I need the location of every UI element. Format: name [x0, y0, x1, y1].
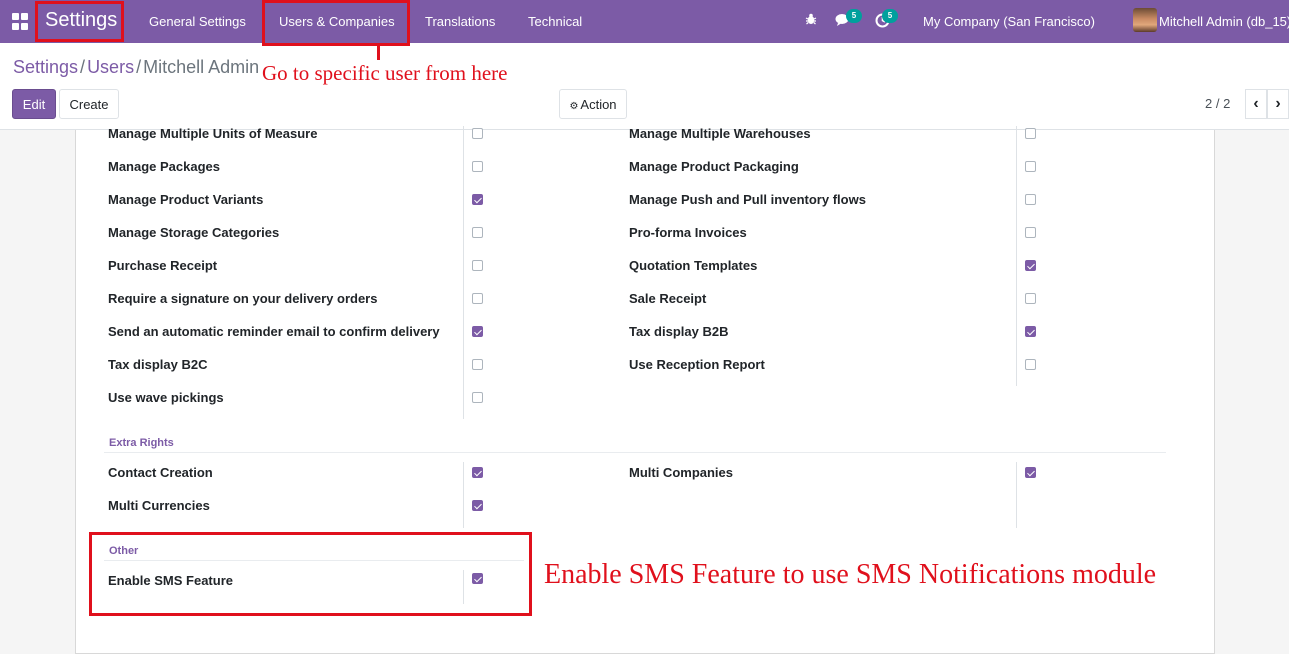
right-label: Manage Multiple Warehouses [629, 126, 811, 141]
right-checkbox[interactable] [472, 392, 483, 403]
right-label: Send an automatic reminder email to conf… [108, 324, 440, 339]
right-label: Quotation Templates [629, 258, 758, 273]
right-label: Manage Push and Pull inventory flows [629, 192, 866, 207]
breadcrumb-separator: / [136, 57, 142, 77]
pager-previous-button[interactable]: ‹ [1245, 89, 1267, 119]
menu-translations[interactable]: Translations [425, 14, 495, 29]
column-divider [463, 126, 464, 419]
annotation-box-users-companies [262, 0, 410, 46]
edit-button[interactable]: Edit [12, 89, 56, 119]
section-separator [104, 452, 1166, 453]
right-label: Contact Creation [108, 465, 213, 480]
right-checkbox[interactable] [1025, 293, 1036, 304]
section-title-extra-rights: Extra Rights [109, 437, 174, 449]
company-switcher[interactable]: My Company (San Francisco) [923, 14, 1095, 29]
right-checkbox[interactable] [472, 326, 483, 337]
breadcrumb-users[interactable]: Users [87, 57, 134, 77]
right-label: Sale Receipt [629, 291, 707, 306]
right-label: Manage Multiple Units of Measure [108, 126, 318, 141]
right-checkbox[interactable] [1025, 326, 1036, 337]
right-checkbox[interactable] [1025, 260, 1036, 271]
right-checkbox[interactable] [1025, 194, 1036, 205]
menu-general-settings[interactable]: General Settings [149, 14, 246, 29]
annotation-users-note: Go to specific user from here [262, 61, 508, 85]
right-label: Manage Product Variants [108, 192, 264, 207]
right-label: Manage Packages [108, 159, 221, 174]
right-checkbox[interactable] [1025, 467, 1036, 478]
right-checkbox[interactable] [1025, 227, 1036, 238]
breadcrumb-current: Mitchell Admin [143, 57, 260, 77]
bug-icon[interactable] [804, 12, 818, 29]
right-label: Use wave pickings [108, 390, 224, 405]
right-label: Purchase Receipt [108, 258, 218, 273]
right-checkbox[interactable] [472, 500, 483, 511]
messages-badge: 5 [846, 9, 862, 23]
right-label: Pro-forma Invoices [629, 225, 747, 240]
column-divider [463, 462, 464, 528]
right-checkbox[interactable] [1025, 161, 1036, 172]
user-menu[interactable]: Mitchell Admin (db_15) [1159, 14, 1289, 29]
right-label: Use Reception Report [629, 357, 765, 372]
right-checkbox[interactable] [472, 128, 483, 139]
right-label: Manage Product Packaging [629, 159, 799, 174]
right-checkbox[interactable] [472, 161, 483, 172]
action-label: Action [580, 97, 617, 112]
right-label: Multi Companies [629, 465, 734, 480]
create-button[interactable]: Create [59, 89, 119, 119]
column-divider [1016, 126, 1017, 386]
right-checkbox[interactable] [472, 260, 483, 271]
gear-icon: ⚙ [569, 101, 579, 112]
top-navbar: Settings General Settings Users & Compan… [0, 0, 1289, 43]
user-avatar[interactable] [1133, 8, 1157, 32]
annotation-box-sms [89, 532, 532, 616]
breadcrumb-separator: / [80, 57, 86, 77]
chevron-left-icon: ‹ [1253, 95, 1259, 112]
right-checkbox[interactable] [472, 467, 483, 478]
right-checkbox[interactable] [472, 359, 483, 370]
action-button[interactable]: ⚙ Action [559, 89, 627, 119]
right-checkbox[interactable] [1025, 128, 1036, 139]
right-label: Manage Storage Categories [108, 225, 280, 240]
menu-technical[interactable]: Technical [528, 14, 582, 29]
right-label: Require a signature on your delivery ord… [108, 291, 378, 306]
apps-grid-icon[interactable] [12, 13, 29, 30]
right-checkbox[interactable] [472, 227, 483, 238]
breadcrumb-settings[interactable]: Settings [13, 57, 78, 77]
annotation-pointer-line [377, 46, 380, 60]
pager-value[interactable]: 2 / 2 [1205, 96, 1230, 111]
right-label: Multi Currencies [108, 498, 210, 513]
annotation-sms-note: Enable SMS Feature to use SMS Notificati… [544, 559, 1157, 590]
chevron-right-icon: › [1275, 95, 1281, 112]
breadcrumb: Settings / Users / Mitchell Admin [13, 57, 259, 78]
right-label: Tax display B2C [108, 357, 208, 372]
right-checkbox[interactable] [472, 293, 483, 304]
control-panel: Settings / Users / Mitchell Admin Edit Creat… [0, 43, 1289, 130]
pager-next-button[interactable]: › [1267, 89, 1289, 119]
annotation-box-settings [35, 1, 124, 42]
right-checkbox[interactable] [1025, 359, 1036, 370]
column-divider [1016, 462, 1017, 528]
activities-badge: 5 [882, 9, 898, 23]
right-checkbox[interactable] [472, 194, 483, 205]
right-label: Tax display B2B [629, 324, 729, 339]
